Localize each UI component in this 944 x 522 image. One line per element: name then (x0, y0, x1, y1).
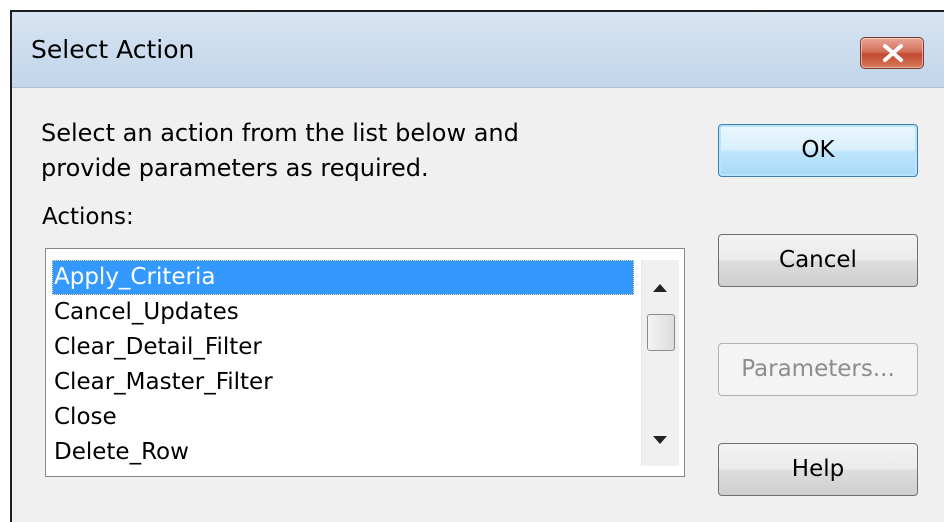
scroll-up-button[interactable] (642, 274, 679, 302)
close-icon (883, 44, 903, 62)
actions-label: Actions: (42, 204, 134, 230)
list-item[interactable]: Delete_Row (52, 435, 634, 470)
instructions-text: Select an action from the list below and… (41, 116, 681, 186)
cancel-button[interactable]: Cancel (718, 234, 918, 287)
scrollbar-thumb[interactable] (647, 314, 675, 351)
arrow-up-icon (653, 284, 667, 292)
parameters-button: Parameters... (718, 343, 918, 396)
list-item[interactable]: Clear_Master_Filter (52, 365, 634, 400)
list-item[interactable]: Clear_Detail_Filter (52, 330, 634, 365)
actions-list: Apply_Criteria Cancel_Updates Clear_Deta… (52, 260, 634, 470)
ok-button[interactable]: OK (718, 124, 918, 177)
actions-listbox[interactable]: Apply_Criteria Cancel_Updates Clear_Deta… (45, 248, 685, 477)
arrow-down-icon (653, 436, 667, 444)
close-button[interactable] (860, 37, 924, 69)
vertical-scrollbar[interactable] (641, 260, 679, 466)
instructions-line-1: Select an action from the list below and (41, 119, 519, 147)
list-item[interactable]: Close (52, 400, 634, 435)
title-bar[interactable]: Select Action (12, 12, 944, 88)
dialog-title: Select Action (31, 35, 195, 64)
select-action-dialog: Select Action Select an action from the … (10, 10, 944, 522)
list-item[interactable]: Cancel_Updates (52, 295, 634, 330)
scroll-down-button[interactable] (642, 426, 679, 454)
instructions-line-2: provide parameters as required. (41, 154, 429, 182)
help-button[interactable]: Help (718, 443, 918, 496)
list-item[interactable]: Apply_Criteria (52, 260, 634, 295)
